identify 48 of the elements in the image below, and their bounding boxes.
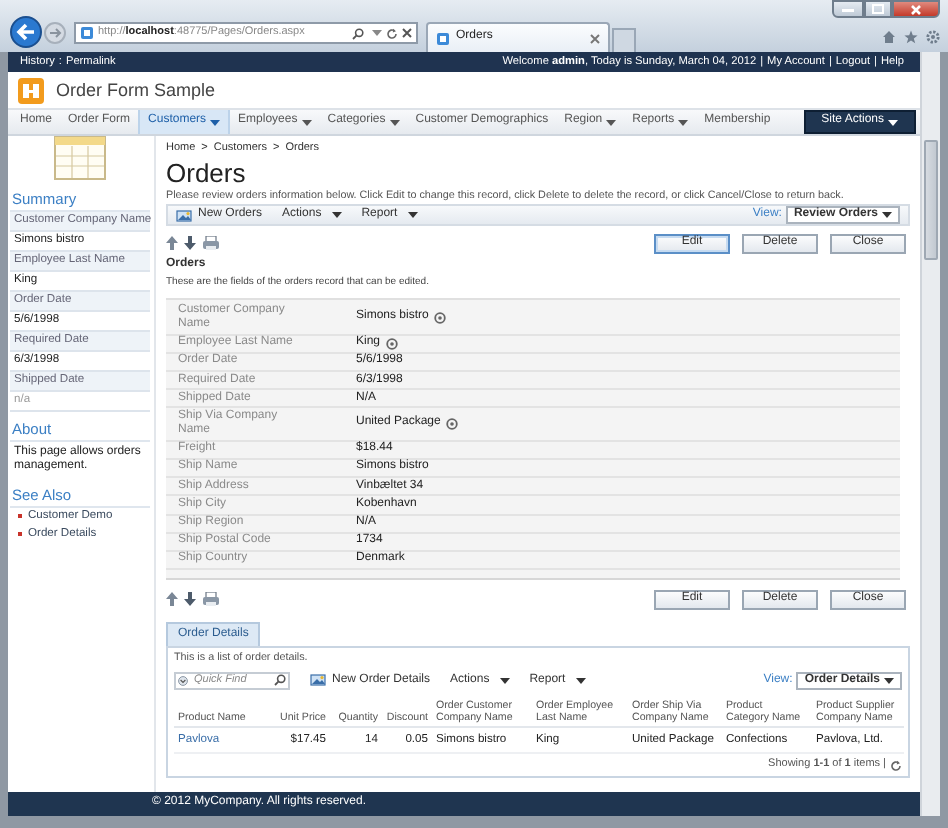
caret-icon [372,30,382,36]
caret-icon [888,119,898,125]
close-icon [910,3,922,15]
scroll-thumb[interactable] [924,140,938,260]
maximize-icon [872,4,884,14]
caret-icon [884,677,894,684]
logo-icon [18,77,44,103]
lookup-icon[interactable] [386,337,399,350]
maximize-button[interactable] [864,0,892,18]
minimize-icon [842,6,854,12]
search-icon[interactable] [274,674,286,687]
picture-icon [176,209,192,222]
page-title: Orders [166,157,248,188]
refresh-icon[interactable] [386,27,398,39]
down-arrow-icon[interactable] [184,592,196,607]
close-icon[interactable] [590,33,600,43]
minimize-button[interactable] [832,0,864,18]
page-icon [436,31,450,45]
caret-icon [606,119,617,125]
page-icon [80,26,94,40]
chevron-icon[interactable] [178,675,188,686]
close-button[interactable] [892,0,940,18]
caret-icon [407,212,418,219]
lookup-icon[interactable] [446,418,459,431]
calendar-icon [54,136,106,180]
back-button[interactable] [10,16,42,48]
caret-icon [389,119,400,125]
caret-icon [499,677,510,684]
printer-icon[interactable] [202,236,220,251]
settings-icon[interactable] [926,30,940,44]
app-title: Order Form Sample [56,79,216,101]
picture-icon [310,674,326,687]
up-arrow-icon[interactable] [166,236,178,251]
search-icon[interactable] [352,27,364,39]
refresh-icon[interactable] [890,759,902,772]
printer-icon[interactable] [202,592,220,607]
close-icon[interactable] [402,28,412,38]
caret-icon [210,119,221,125]
home-icon[interactable] [882,30,896,44]
caret-icon [882,212,892,219]
star-icon[interactable] [904,30,918,44]
lookup-icon[interactable] [434,311,447,324]
caret-icon [331,212,342,219]
caret-icon [575,677,586,684]
caret-icon [678,119,689,125]
down-arrow-icon[interactable] [184,236,196,251]
caret-icon [301,119,312,125]
up-arrow-icon[interactable] [166,592,178,607]
